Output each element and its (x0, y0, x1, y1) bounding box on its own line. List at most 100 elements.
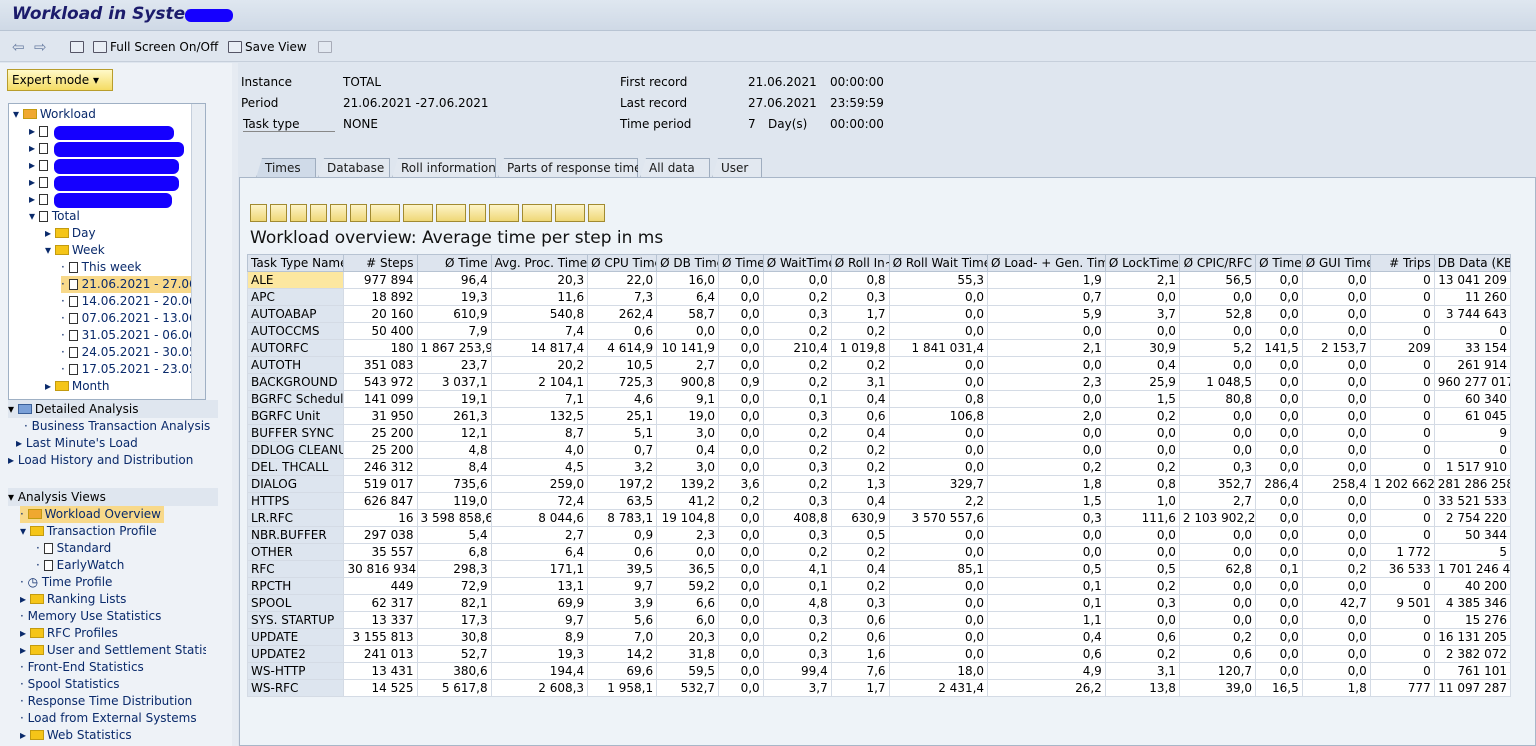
table-cell[interactable]: 8 044,6 (490, 509, 589, 527)
tree-node-week[interactable]: ▾ Week (45, 242, 105, 259)
table-cell[interactable]: 0 (1369, 441, 1435, 459)
table-cell[interactable]: 0,3 (1104, 594, 1180, 612)
full-screen-button[interactable]: Full Screen On/Off (93, 40, 218, 54)
task-type-cell[interactable]: BGRFC Scheduler (246, 390, 345, 408)
table-cell[interactable]: 1 958,1 (587, 679, 658, 697)
table-cell[interactable]: 0,0 (718, 322, 764, 340)
table-cell[interactable]: 0,2 (830, 356, 890, 374)
task-type-cell[interactable]: LR.RFC (246, 509, 345, 527)
table-cell[interactable]: 0,4 (830, 390, 890, 408)
table-cell[interactable]: 0,3 (762, 407, 832, 425)
table-cell[interactable]: 0,2 (830, 577, 890, 595)
table-cell[interactable]: 532,7 (656, 679, 720, 697)
table-cell[interactable]: 0,3 (762, 458, 832, 476)
table-cell[interactable]: 0,0 (888, 645, 989, 663)
table-cell[interactable]: 0,0 (1255, 356, 1303, 374)
table-cell[interactable]: 0,0 (656, 322, 720, 340)
table-cell[interactable]: 0,0 (718, 509, 764, 527)
table-cell[interactable]: 0,0 (1178, 594, 1257, 612)
table-cell[interactable]: 7,6 (830, 662, 890, 680)
table-cell[interactable]: 12,1 (416, 424, 492, 442)
table-cell[interactable]: 0,0 (718, 288, 764, 306)
table-cell[interactable]: 7,0 (587, 628, 658, 646)
column-header[interactable]: Ø Load- + Gen. Time (987, 254, 1106, 272)
table-cell[interactable]: 11 097 287 (1433, 679, 1512, 697)
expert-mode-button[interactable]: Expert mode ▾ (7, 69, 113, 91)
table-cell[interactable]: 33 154 (1433, 339, 1512, 357)
table-cell[interactable]: 0,2 (1178, 628, 1257, 646)
column-header[interactable]: DB Data (KB) (1433, 254, 1512, 272)
tree-node-week-1[interactable]: · 21.06.2021 - 27.06.2021 (61, 276, 205, 293)
table-cell[interactable]: 0,0 (1301, 662, 1371, 680)
sort-ascending-icon[interactable] (290, 204, 307, 222)
table-cell[interactable]: 141,5 (1255, 339, 1303, 357)
table-cell[interactable]: 0,0 (1255, 322, 1303, 340)
table-cell[interactable]: 2 754 220 (1433, 509, 1512, 527)
table-cell[interactable]: 1,9 (987, 271, 1106, 289)
table-cell[interactable]: 180 (343, 339, 418, 357)
table-cell[interactable]: 10,5 (587, 356, 658, 374)
forward-arrow-icon[interactable]: ⇨ (34, 38, 47, 56)
table-cell[interactable]: 9,1 (656, 390, 720, 408)
table-cell[interactable]: 0,0 (987, 543, 1106, 561)
table-cell[interactable]: 0,0 (1301, 577, 1371, 595)
table-cell[interactable]: 0,0 (1255, 662, 1303, 680)
table-cell[interactable]: 0,0 (888, 322, 989, 340)
table-cell[interactable]: 0,0 (718, 441, 764, 459)
table-cell[interactable]: 0,0 (888, 594, 989, 612)
table-cell[interactable]: 1,7 (830, 679, 890, 697)
table-cell[interactable]: 0,0 (718, 594, 764, 612)
find-icon[interactable] (270, 204, 287, 222)
table-cell[interactable]: 0,0 (1255, 526, 1303, 544)
table-cell[interactable]: 62,8 (1178, 560, 1257, 578)
table-cell[interactable]: 5,6 (587, 611, 658, 629)
table-cell[interactable]: 0,0 (718, 458, 764, 476)
table-cell[interactable]: 2,3 (656, 526, 720, 544)
table-cell[interactable]: 0,4 (830, 560, 890, 578)
table-cell[interactable]: 0,8 (888, 390, 989, 408)
table-cell[interactable]: 56,5 (1178, 271, 1257, 289)
table-cell[interactable]: 2,0 (987, 407, 1106, 425)
column-header[interactable]: Ø WaitTime (762, 254, 832, 272)
table-cell[interactable]: 16,0 (656, 271, 720, 289)
tree-node-server-1[interactable]: ▸ (29, 123, 52, 140)
table-cell[interactable]: 0,0 (1301, 305, 1371, 323)
table-cell[interactable]: 2 608,3 (490, 679, 589, 697)
table-cell[interactable]: 4,8 (416, 441, 492, 459)
task-type-cell[interactable]: DIALOG (246, 475, 345, 493)
table-cell[interactable]: 2,2 (888, 492, 989, 510)
table-cell[interactable]: 1,0 (1104, 492, 1180, 510)
table-cell[interactable]: 4,0 (490, 441, 589, 459)
table-cell[interactable]: 298,3 (416, 560, 492, 578)
table-cell[interactable]: 0,0 (1301, 645, 1371, 663)
table-cell[interactable]: 0,5 (830, 526, 890, 544)
table-cell[interactable]: 0,0 (987, 390, 1106, 408)
table-cell[interactable]: 352,7 (1178, 475, 1257, 493)
tree-node-week-4[interactable]: · 31.05.2021 - 06.06.2021 (61, 327, 205, 344)
table-cell[interactable]: 25,9 (1104, 373, 1180, 391)
table-cell[interactable]: 3 598 858,6 (416, 509, 492, 527)
table-cell[interactable]: 58,7 (656, 305, 720, 323)
table-cell[interactable]: 23,7 (416, 356, 492, 374)
table-cell[interactable]: 286,4 (1255, 475, 1303, 493)
table-cell[interactable]: 2 431,4 (888, 679, 989, 697)
table-cell[interactable]: 0,2 (718, 492, 764, 510)
table-cell[interactable]: 171,1 (490, 560, 589, 578)
tree-node-week-3[interactable]: · 07.06.2021 - 13.06.2021 (61, 310, 205, 327)
table-cell[interactable]: 261,3 (416, 407, 492, 425)
tree-node-day[interactable]: ▸ Day (45, 225, 96, 242)
response-time-distribution-item[interactable]: · Response Time Distribution (20, 693, 192, 710)
table-cell[interactable]: 0,3 (987, 509, 1106, 527)
table-row[interactable]: APC 18 892 19,3 11,6 7,3 6,4 0,0 0,2 0,3 0,0 0,7 0,… (246, 288, 1512, 306)
table-cell[interactable]: 30,8 (416, 628, 492, 646)
table-cell[interactable]: 3,7 (762, 679, 832, 697)
tree-node-server-4[interactable]: ▸ (29, 174, 52, 191)
tab-all-data[interactable]: All data (640, 158, 710, 178)
table-cell[interactable]: 449 (343, 577, 418, 595)
table-cell[interactable]: 7,9 (416, 322, 492, 340)
table-row[interactable]: DEL. THCALL 246 312 8,4 4,5 3,2 3,0 0,0 0,3 0,2 0… (246, 458, 1512, 476)
task-type-cell[interactable]: ALE (246, 271, 345, 289)
table-cell[interactable]: 3,6 (718, 475, 764, 493)
task-type-cell[interactable]: AUTOTH (246, 356, 345, 374)
table-cell[interactable]: 0,0 (718, 407, 764, 425)
